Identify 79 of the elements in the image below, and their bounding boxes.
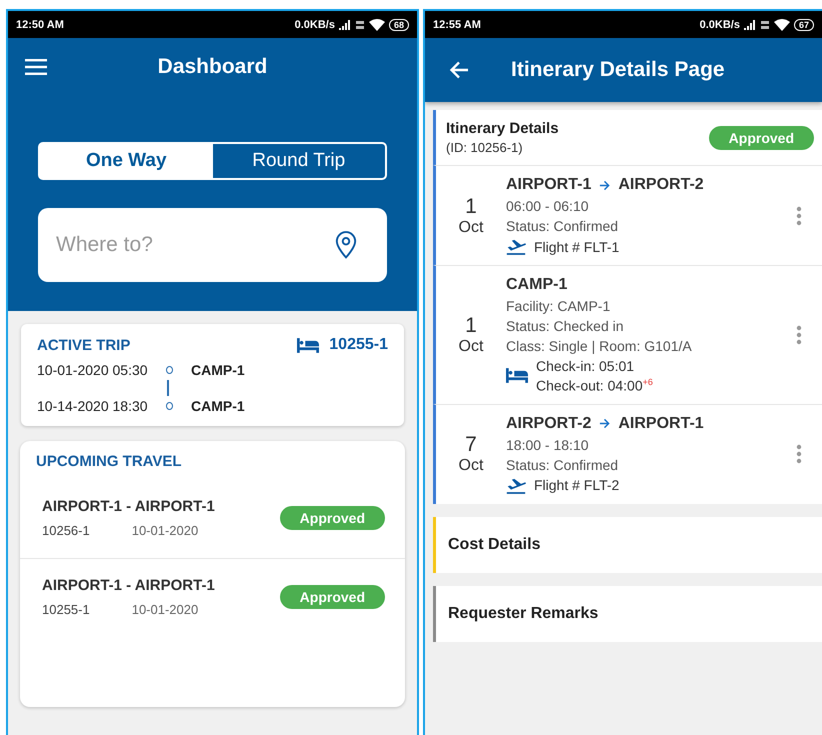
stop-datetime: 10-14-2020 18:30 <box>37 398 149 414</box>
detail-line: 06:00 - 06:10 <box>506 198 590 214</box>
trip-id: 10256-1 <box>42 523 90 538</box>
detail-line: 18:00 - 18:10 <box>506 436 590 453</box>
departure-airport: AIRPORT-1 <box>506 176 592 194</box>
collapsible-section[interactable]: Cost Details <box>433 516 822 573</box>
search-field[interactable]: Where to? <box>54 232 335 258</box>
status-badge: Approved <box>708 126 814 150</box>
more-options-icon[interactable] <box>796 444 802 464</box>
arrival-airport: AIRPORT-2 <box>618 176 704 194</box>
bed-icon <box>297 338 320 352</box>
detail-line: Facility: CAMP-1 <box>506 298 612 314</box>
trip-date: 10-01-2020 <box>132 602 198 617</box>
signal-icon <box>338 20 351 30</box>
arrow-right-icon <box>599 180 610 190</box>
battery-level: 67 <box>794 18 814 30</box>
wifi-icon <box>368 18 385 30</box>
trip-list-item[interactable]: AIRPORT-1 - AIRPORT-1 10255-1 10-01-2020 Approved <box>20 559 405 637</box>
location-pin-icon <box>335 231 357 259</box>
screen-title: Dashboard <box>158 55 268 79</box>
booking-id: 10255-1 <box>329 336 388 354</box>
stop-datetime: 10-01-2020 05:30 <box>37 362 149 378</box>
check-out-time: Check-out: 04:00$^{+6}$ <box>536 376 653 394</box>
date-day: 7 <box>465 433 477 458</box>
active-trip-card[interactable]: ACTIVE TRIP 10255-1 10-01-2020 05:30 CAMP-1 10-14-2020 18:30 CAMP-1 <box>21 324 404 426</box>
trip-route: AIRPORT-1 - AIRPORT-1 <box>42 498 215 515</box>
date-month: Oct <box>458 218 484 236</box>
clock-time: 12:55 AM <box>433 18 481 30</box>
date-day: 1 <box>465 194 477 218</box>
clock-time: 12:50 AM <box>16 18 64 30</box>
wifi-icon <box>774 18 790 30</box>
screen-title: Itinerary Details Page <box>511 58 725 82</box>
status-badge: Approved <box>280 585 385 609</box>
status-badge: Approved <box>280 506 385 530</box>
section-heading: UPCOMING TRAVEL <box>35 452 183 472</box>
trip-id: 10255-1 <box>42 602 90 617</box>
itinerary-item[interactable]: 7 Oct AIRPORT-2 AIRPORT-1 18:00 - 18:10 Status: Confirmed Flight # FLT-2 <box>433 404 822 504</box>
detail-line: Status: Confirmed <box>506 456 620 473</box>
stop-place: CAMP-1 <box>191 398 245 414</box>
check-in-time: Check-in: 05:01 <box>536 358 636 374</box>
network-speed: 0.0KB/s <box>294 18 335 30</box>
trip-type-tab[interactable]: One Way <box>40 144 212 178</box>
detail-line: Status: Confirmed <box>506 218 620 234</box>
trip-type-tab[interactable]: Round Trip <box>212 144 385 178</box>
battery-level: 68 <box>388 18 409 30</box>
flight-number: Flight # FLT-2 <box>534 477 620 494</box>
timeline-dot <box>166 366 173 374</box>
signal-icon <box>744 20 756 30</box>
date-day: 1 <box>465 314 477 338</box>
timeline-dot <box>166 402 173 410</box>
airplane-takeoff-icon <box>506 238 526 255</box>
menu-icon[interactable] <box>25 59 47 75</box>
more-options-icon[interactable] <box>796 324 802 345</box>
date-month: Oct <box>458 338 484 356</box>
itinerary-id: (ID: 10256-1) <box>446 140 524 155</box>
detail-line: Status: Checked in <box>506 318 625 334</box>
detail-line: Class: Single | Room: G101/A <box>506 338 693 354</box>
arrival-airport: AIRPORT-1 <box>618 414 704 433</box>
timeline-connector <box>167 380 168 396</box>
search-field[interactable]: Where to? <box>38 208 387 282</box>
airplane-takeoff-icon <box>506 476 526 494</box>
date-month: Oct <box>458 457 484 476</box>
trip-date: 10-01-2020 <box>132 523 198 538</box>
network-speed: 0.0KB/s <box>700 18 740 30</box>
collapsible-section[interactable]: Requester Remarks <box>433 586 822 642</box>
back-arrow-icon[interactable] <box>449 61 469 79</box>
stop-place: CAMP-1 <box>191 362 245 378</box>
more-options-icon[interactable] <box>796 206 802 226</box>
itinerary-title: Itinerary Details <box>446 120 559 137</box>
trip-list-item[interactable]: AIRPORT-1 - AIRPORT-1 10256-1 10-01-2020 Approved <box>20 480 405 559</box>
itinerary-item[interactable]: 1 Oct CAMP-1 Facility: CAMP-1 Status: Checked in Class: Single | Room: G101/A Check-in: 05:01 Check-out: 04:00$^{+6}$ <box>433 265 822 404</box>
arrow-right-icon <box>599 418 610 430</box>
trip-route: AIRPORT-1 - AIRPORT-1 <box>42 577 215 594</box>
departure-airport: AIRPORT-2 <box>506 414 592 433</box>
bed-icon <box>506 368 528 384</box>
itinerary-item[interactable]: 1 Oct AIRPORT-1 AIRPORT-2 06:00 - 06:10 Status: Confirmed Flight # FLT-1 <box>433 165 822 265</box>
flight-number: Flight # FLT-1 <box>534 238 620 254</box>
section-heading: ACTIVE TRIP <box>37 336 130 354</box>
facility-name: CAMP-1 <box>506 276 568 294</box>
